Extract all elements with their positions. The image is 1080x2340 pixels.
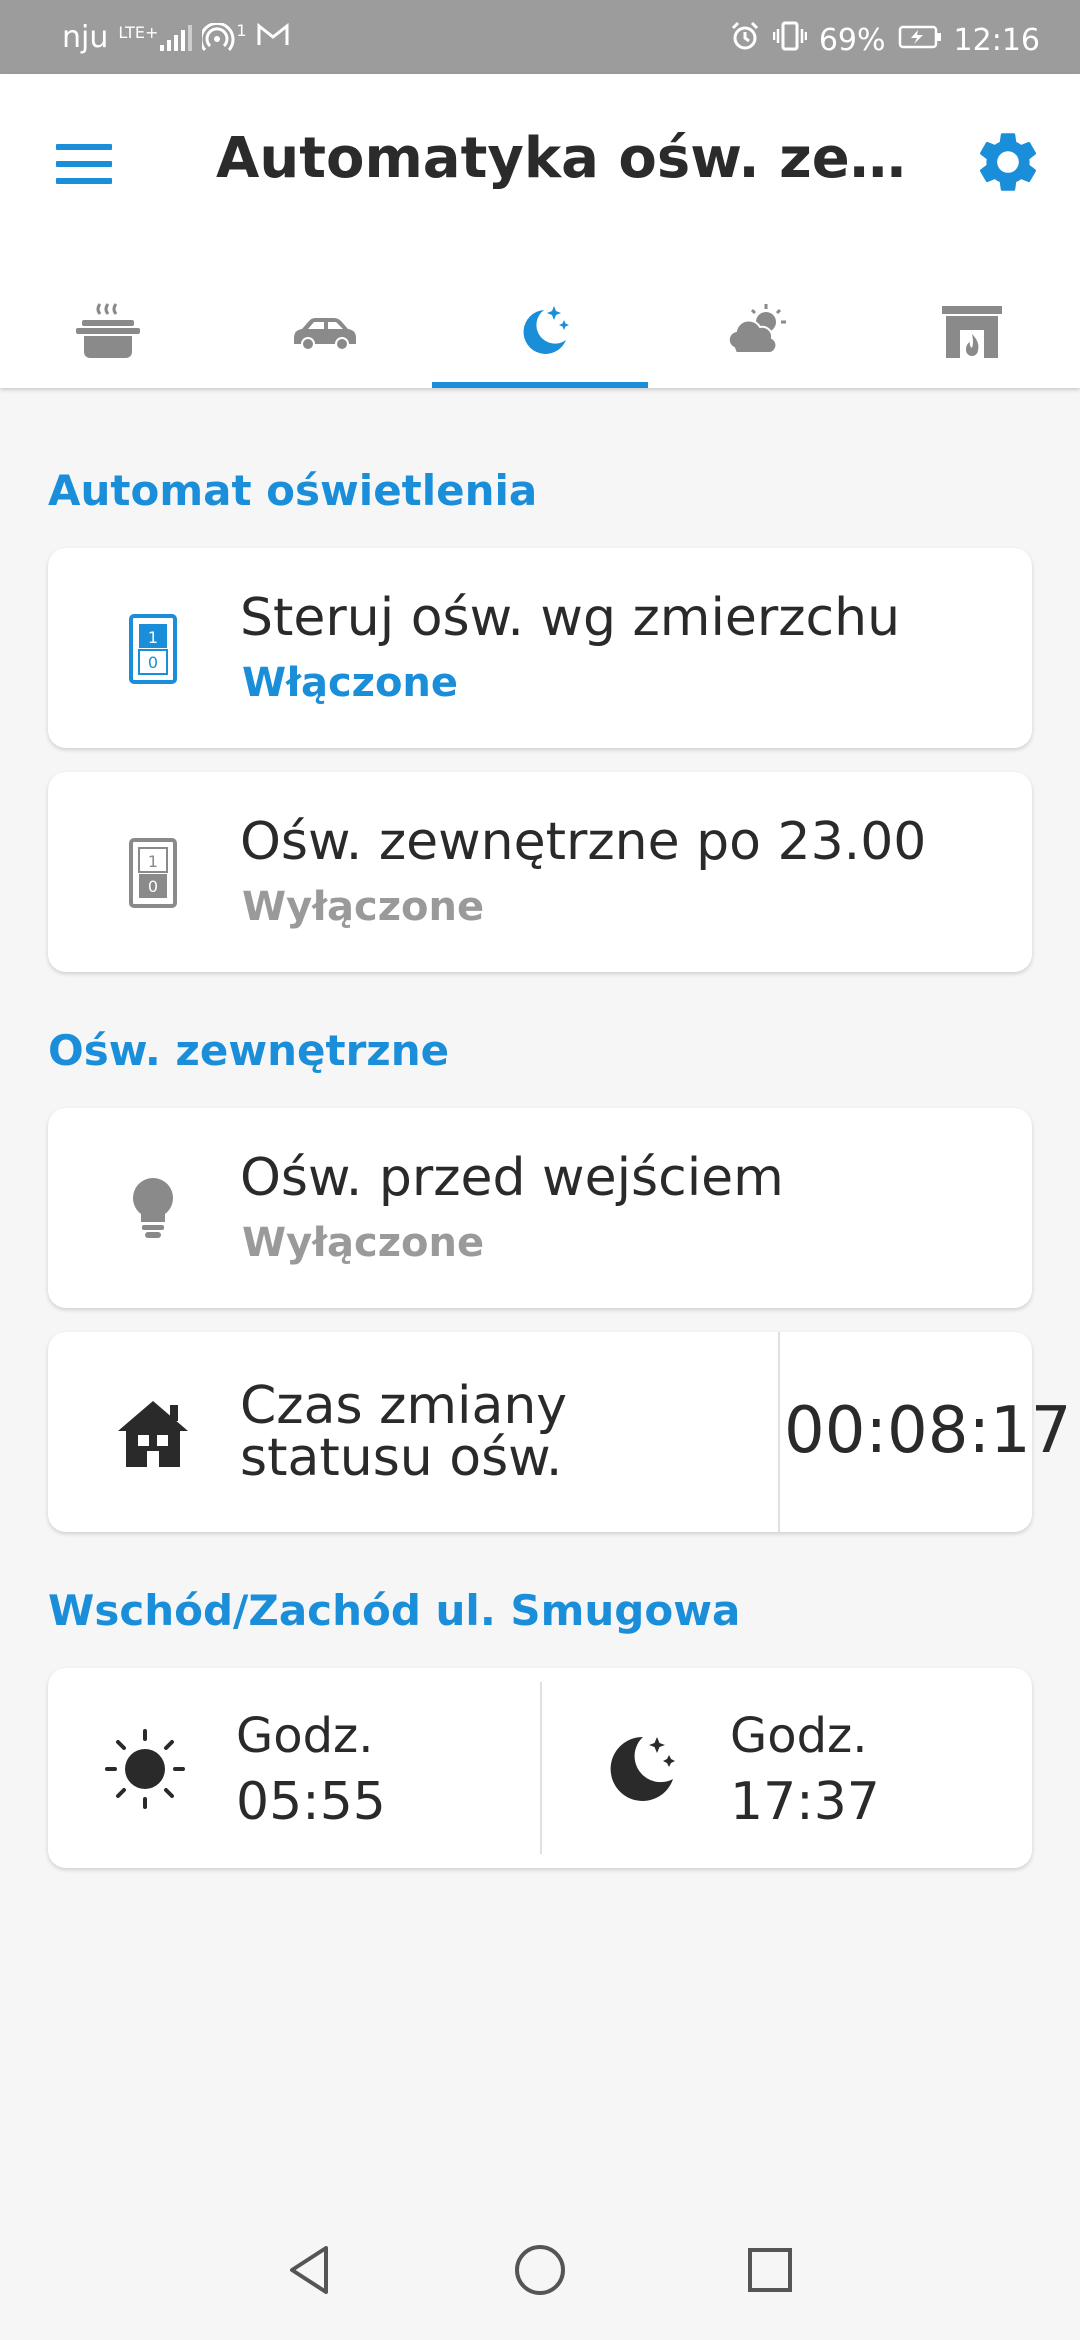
tab-garage[interactable] (216, 270, 432, 388)
tab-kitchen[interactable] (0, 270, 216, 388)
list-item-status-change-time[interactable]: Czas zmiany statusu ośw. 00:08:17 (48, 1332, 1071, 1532)
status-text: Wyłączone (242, 1220, 485, 1266)
status-text: Włączone (242, 660, 459, 706)
item-label: Ośw. zewnętrzne po 23.00 (240, 812, 927, 872)
alarm-icon (729, 20, 761, 60)
divider (778, 1332, 780, 1532)
gmail-icon (257, 20, 289, 55)
cooking-pot-icon (76, 303, 140, 358)
sunrise-label: Godz. (236, 1708, 374, 1764)
tab-fireplace[interactable] (864, 270, 1080, 388)
item-label: Steruj ośw. wg zmierzchu (240, 588, 901, 648)
recents-icon[interactable] (740, 2240, 800, 2300)
switch-on-icon: 1 0 (108, 604, 198, 694)
list-item-entrance-light[interactable]: Ośw. przed wejściem Wyłączone (48, 1108, 1032, 1308)
system-nav-bar (0, 2200, 1080, 2340)
house-icon (108, 1388, 198, 1478)
section-title-outdoor: Ośw. zewnętrzne (48, 1026, 450, 1075)
vibrate-icon (772, 20, 808, 60)
tab-bar (0, 270, 1080, 388)
status-bar-right: 69% 12:16 (729, 20, 1040, 60)
clock: 12:16 (953, 22, 1040, 58)
moon-stars-icon (523, 306, 569, 354)
fireplace-icon (942, 306, 1002, 358)
status-bar: nju LTE+ 1 69% 12:16 (0, 0, 1080, 74)
app-bar: Automatyka ośw. zewnętrzne (0, 74, 1080, 388)
home-icon[interactable] (510, 2240, 570, 2300)
back-icon[interactable] (280, 2240, 340, 2300)
status-bar-left: nju LTE+ 1 (62, 20, 289, 55)
item-label: Czas zmiany statusu ośw. (240, 1376, 568, 1488)
sunrise-block: Godz. 05:55 (48, 1668, 538, 1868)
item-label: Ośw. przed wejściem (240, 1148, 784, 1208)
car-icon (294, 318, 356, 351)
sunset-label: Godz. (730, 1708, 868, 1764)
sunset-block: Godz. 17:37 (542, 1668, 1032, 1868)
svg-text:0: 0 (148, 653, 158, 672)
svg-text:1: 1 (148, 852, 158, 871)
gear-icon[interactable] (972, 126, 1044, 198)
tab-weather[interactable] (648, 270, 864, 388)
moon-icon (594, 1724, 684, 1814)
sunrise-time: 05:55 (236, 1772, 386, 1832)
svg-text:1: 1 (148, 628, 158, 647)
switch-off-icon: 1 0 (108, 828, 198, 918)
carrier-name: nju (62, 20, 109, 55)
battery-level: 69% (818, 22, 886, 58)
cloud-sun-icon (727, 304, 786, 354)
hotspot-count: 1 (236, 20, 247, 40)
tab-night[interactable] (432, 270, 648, 388)
section-title-sun: Wschód/Zachód ul. Smugowa (48, 1586, 741, 1635)
sun-icon (100, 1724, 190, 1814)
svg-text:0: 0 (148, 877, 158, 896)
sunset-time: 17:37 (730, 1772, 880, 1832)
hamburger-icon[interactable] (56, 144, 112, 184)
page-title: Automatyka ośw. zewnętrzne (216, 126, 906, 191)
timer-value: 00:08:17 (784, 1394, 1072, 1468)
section-title-automat: Automat oświetlenia (48, 466, 538, 515)
list-item-dusk-control[interactable]: 1 0 Steruj ośw. wg zmierzchu Włączone (48, 548, 1032, 748)
network-type: LTE+ (118, 22, 159, 42)
hotspot-icon: 1 (202, 20, 247, 53)
signal-icon: LTE+ (118, 22, 193, 51)
light-bulb-icon (108, 1164, 198, 1254)
battery-icon (898, 23, 942, 58)
status-text: Wyłączone (242, 884, 485, 930)
sun-times-card: Godz. 05:55 Godz. 17:37 (48, 1668, 1032, 1868)
list-item-after-23[interactable]: 1 0 Ośw. zewnętrzne po 23.00 Wyłączone (48, 772, 1032, 972)
